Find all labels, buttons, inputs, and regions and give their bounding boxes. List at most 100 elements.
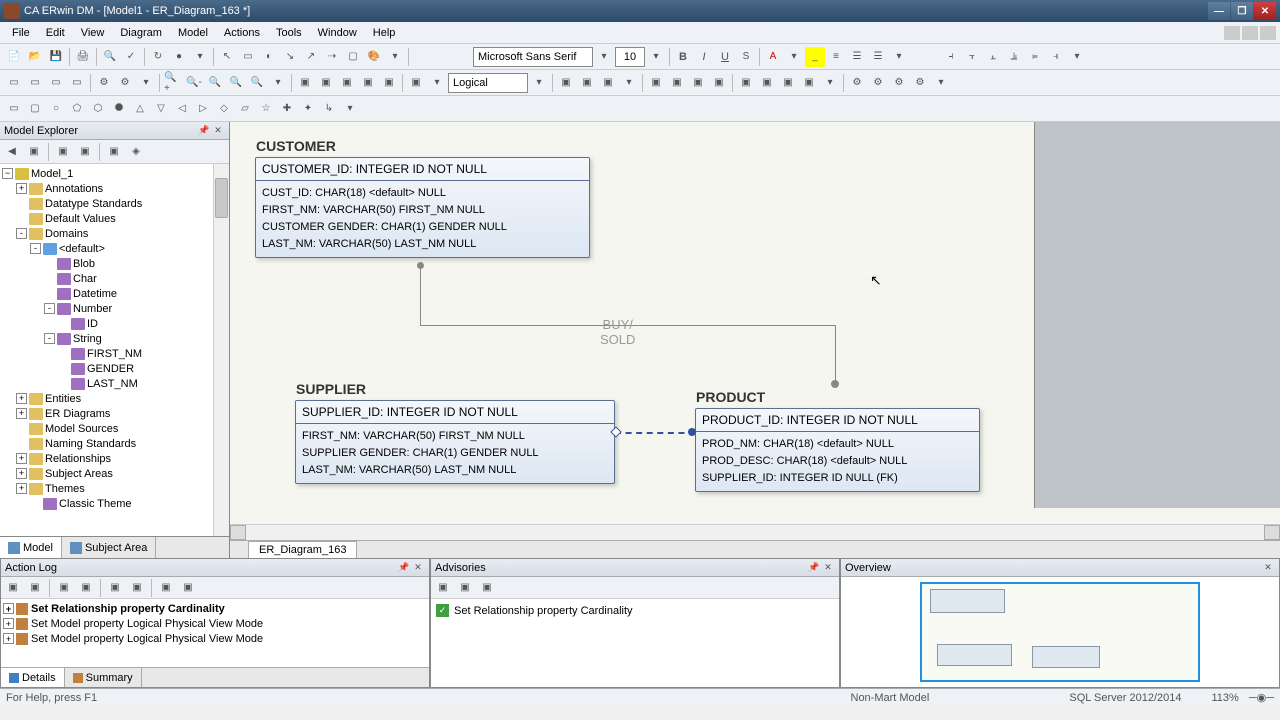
scroll-right-icon[interactable] — [1264, 525, 1280, 540]
menu-actions[interactable]: Actions — [216, 25, 268, 41]
font-color-button[interactable]: A — [763, 47, 783, 67]
tree-item[interactable]: Default Values — [2, 211, 227, 226]
zoom-fit-button[interactable]: 🔍 — [205, 73, 225, 93]
align-left-button[interactable]: ⫞ — [941, 47, 961, 67]
menu-model[interactable]: Model — [170, 25, 216, 41]
log-row[interactable]: +Set Model property Logical Physical Vie… — [3, 616, 427, 631]
tree-item[interactable]: ID — [2, 316, 227, 331]
diagram-canvas[interactable]: CUSTOMER CUSTOMER_ID: INTEGER ID NOT NUL… — [230, 122, 1280, 524]
tree-expand-icon[interactable]: + — [16, 468, 27, 479]
adv-tb-1[interactable]: ▣ — [433, 578, 453, 598]
tree-expand-icon[interactable]: - — [16, 228, 27, 239]
tb2-dd3[interactable]: ▾ — [619, 73, 639, 93]
overview-viewport[interactable] — [920, 582, 1200, 682]
shape-octagon-icon[interactable]: ⯃ — [109, 99, 129, 119]
tb2-dd4[interactable]: ▾ — [820, 73, 840, 93]
tree-item[interactable]: Char — [2, 271, 227, 286]
size-dd[interactable]: ▾ — [646, 47, 666, 67]
al-tb-4[interactable]: ▣ — [76, 578, 96, 598]
find-button[interactable]: 🔍 — [100, 47, 120, 67]
tree-item[interactable]: GENDER — [2, 361, 227, 376]
entity-product[interactable]: PRODUCT PRODUCT_ID: INTEGER ID NOT NULL … — [695, 408, 980, 492]
align-right-button[interactable]: ⫠ — [983, 47, 1003, 67]
shape-triangle3-icon[interactable]: ◁ — [172, 99, 192, 119]
tree-item[interactable]: -String — [2, 331, 227, 346]
log-expand-icon[interactable]: + — [3, 618, 14, 629]
entity-supplier[interactable]: SUPPLIER SUPPLIER_ID: INTEGER ID NOT NUL… — [295, 400, 615, 484]
overview-body[interactable] — [841, 577, 1279, 687]
rel-line-3[interactable] — [835, 325, 836, 385]
tb2-5[interactable]: ⚙ — [94, 73, 114, 93]
menu-help[interactable]: Help — [365, 25, 404, 41]
canvas-h-scrollbar[interactable] — [230, 524, 1280, 540]
tree-expand-icon[interactable]: + — [16, 393, 27, 404]
tree-item[interactable]: +ER Diagrams — [2, 406, 227, 421]
zoom-in-button[interactable]: 🔍+ — [163, 73, 183, 93]
log-expand-icon[interactable]: + — [3, 603, 14, 614]
note-button[interactable]: ▢ — [343, 47, 363, 67]
log-expand-icon[interactable]: + — [3, 633, 14, 644]
tree-item[interactable]: -<default> — [2, 241, 227, 256]
zoom-dd[interactable]: ▾ — [268, 73, 288, 93]
shape-burst-icon[interactable]: ✦ — [298, 99, 318, 119]
tree-item[interactable]: Datatype Standards — [2, 196, 227, 211]
zoom-out-button[interactable]: 🔍- — [184, 73, 204, 93]
shape-diamond-icon[interactable]: ◇ — [214, 99, 234, 119]
pointer-button[interactable]: ↖ — [217, 47, 237, 67]
align-top-button[interactable]: ⫡ — [1004, 47, 1024, 67]
tree-item[interactable]: -Domains — [2, 226, 227, 241]
tb2-40[interactable]: ⚙ — [847, 73, 867, 93]
tb2-33[interactable]: ▣ — [709, 73, 729, 93]
rel3-button[interactable]: ⇢ — [322, 47, 342, 67]
tb2-22[interactable]: ▣ — [598, 73, 618, 93]
overview-close-icon[interactable]: ✕ — [1261, 561, 1275, 575]
shape-rect-icon[interactable]: ▭ — [4, 99, 24, 119]
shape-triangle-icon[interactable]: △ — [130, 99, 150, 119]
exp-tb-4[interactable]: ▣ — [75, 142, 95, 162]
zoom-100-button[interactable]: 🔍 — [226, 73, 246, 93]
tb2-41[interactable]: ⚙ — [868, 73, 888, 93]
strike-button[interactable]: S — [736, 47, 756, 67]
tb2-35[interactable]: ▣ — [757, 73, 777, 93]
advisories-close-icon[interactable]: ✕ — [821, 561, 835, 575]
tb2-6[interactable]: ⚙ — [115, 73, 135, 93]
al-tb-2[interactable]: ▣ — [25, 578, 45, 598]
al-tb-5[interactable]: ▣ — [105, 578, 125, 598]
log-row[interactable]: +Set Relationship property Cardinality — [3, 601, 427, 616]
tb2-36[interactable]: ▣ — [778, 73, 798, 93]
menu-window[interactable]: Window — [310, 25, 365, 41]
tb2-dd5[interactable]: ▾ — [931, 73, 951, 93]
tree-item[interactable]: LAST_NM — [2, 376, 227, 391]
explorer-tree[interactable]: −Model_1 +AnnotationsDatatype StandardsD… — [0, 164, 229, 536]
scroll-left-icon[interactable] — [230, 525, 246, 540]
al-tb-8[interactable]: ▣ — [178, 578, 198, 598]
tree-scrollbar[interactable] — [213, 164, 229, 536]
log-row[interactable]: +Set Model property Logical Physical Vie… — [3, 631, 427, 646]
dd3-button[interactable]: ▾ — [889, 47, 909, 67]
tree-item[interactable]: +Relationships — [2, 451, 227, 466]
zoom-rect-button[interactable]: 🔍 — [247, 73, 267, 93]
tab-details[interactable]: Details — [1, 668, 65, 687]
tb2-12[interactable]: ▣ — [337, 73, 357, 93]
tree-item[interactable]: Naming Standards — [2, 436, 227, 451]
spell-button[interactable]: ✓ — [121, 47, 141, 67]
tb2-3[interactable]: ▭ — [46, 73, 66, 93]
action-log-close-icon[interactable]: ✕ — [411, 561, 425, 575]
tree-item[interactable]: +Subject Areas — [2, 466, 227, 481]
tb2-11[interactable]: ▣ — [316, 73, 336, 93]
font-family-select[interactable] — [473, 47, 593, 67]
print-button[interactable]: 🖨 — [73, 47, 93, 67]
mdi-max[interactable] — [1242, 26, 1258, 40]
tree-expand-icon[interactable]: - — [44, 333, 55, 344]
maximize-button[interactable]: ❐ — [1231, 2, 1253, 20]
al-tb-3[interactable]: ▣ — [54, 578, 74, 598]
exp-tb-5[interactable]: ▣ — [104, 142, 124, 162]
tab-subject-area[interactable]: Subject Area — [62, 537, 156, 558]
minimize-button[interactable]: — — [1208, 2, 1230, 20]
tree-expand-icon[interactable]: + — [16, 408, 27, 419]
rel-supplier-product[interactable] — [615, 432, 695, 434]
exp-tb-3[interactable]: ▣ — [53, 142, 73, 162]
view-mode-select[interactable] — [448, 73, 528, 93]
mdi-close[interactable] — [1260, 26, 1276, 40]
rel-line-1[interactable] — [420, 265, 421, 325]
